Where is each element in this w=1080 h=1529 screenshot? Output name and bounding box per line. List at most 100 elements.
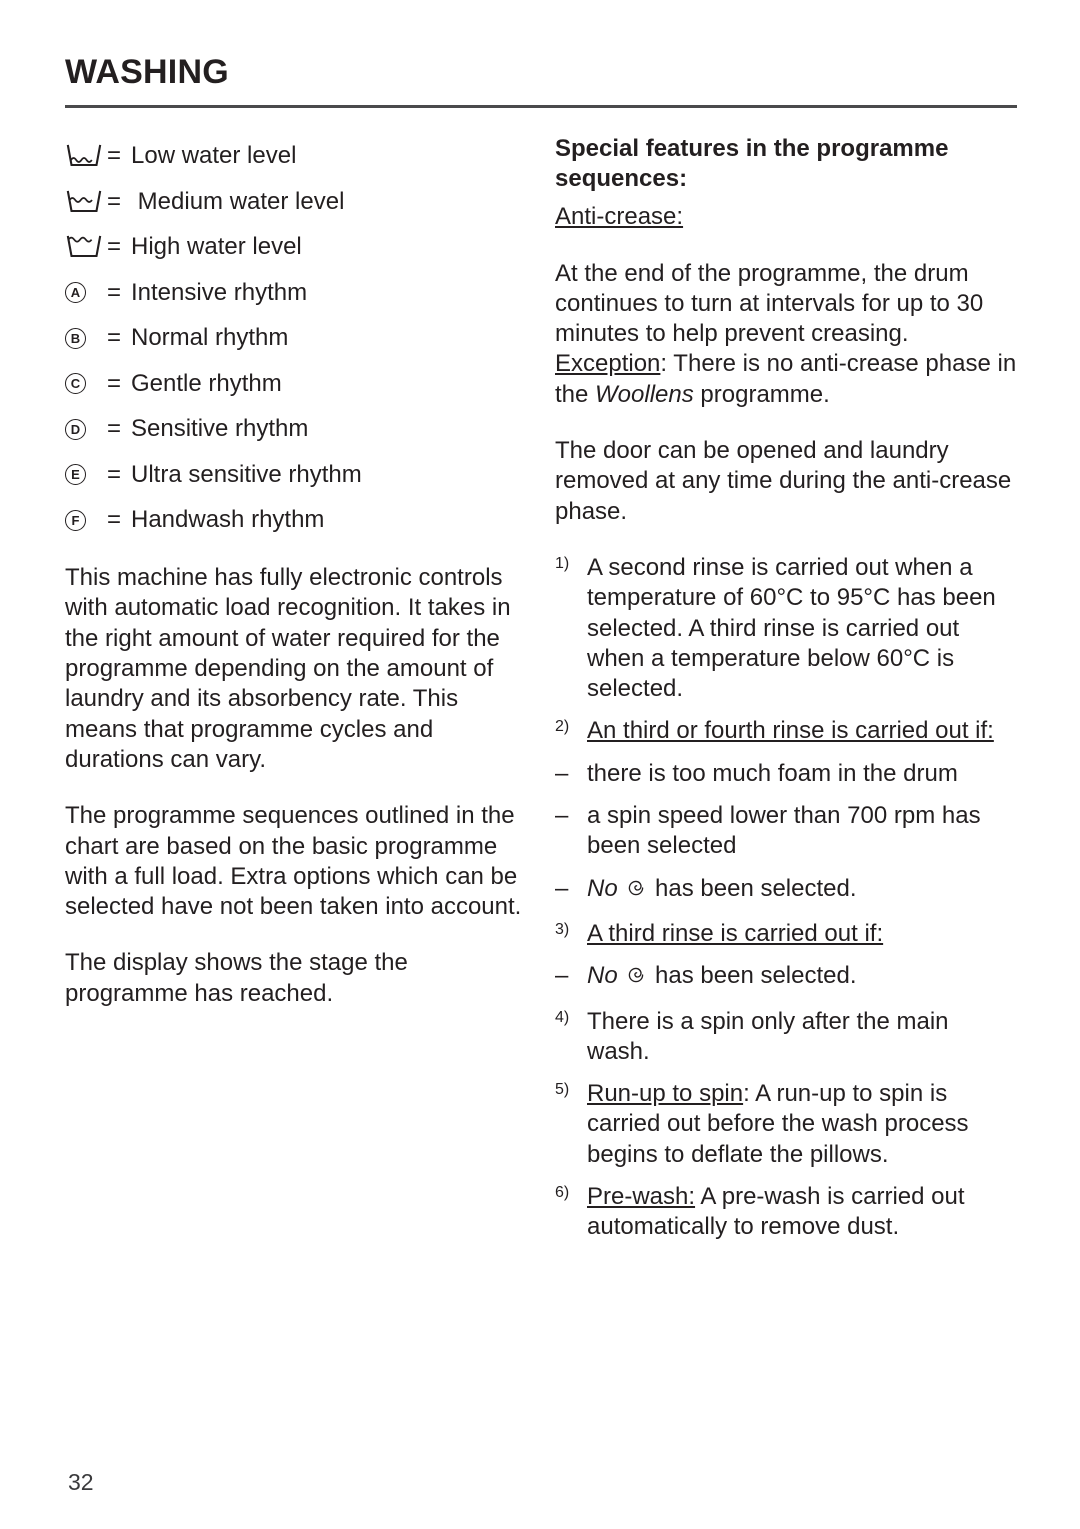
legend-label: Handwash rhythm	[131, 506, 325, 534]
legend-equals: =	[107, 369, 122, 397]
footnote-text: A second rinse is carried out when a tem…	[587, 553, 996, 703]
legend-label: Intensive rhythm	[131, 278, 308, 306]
circled-letter-c-icon: C	[65, 373, 107, 395]
legend-label: Medium water level	[131, 187, 345, 215]
left-paragraph-2: The programme sequences outlined in the …	[65, 802, 522, 921]
circled-letter-e-icon: E	[65, 464, 107, 486]
no-word: No	[587, 962, 618, 990]
door-open-paragraph: The door can be opened and laundry remov…	[555, 437, 1012, 525]
page-content: WASHING = Low water level = Medium water…	[65, 53, 1017, 1255]
water-level-medium-icon	[65, 189, 107, 215]
footnote-text: A third rinse is carried out if:	[587, 919, 884, 947]
footnote-4: 4) There is a spin only after the main w…	[555, 1007, 1017, 1068]
anti-crease-label-text: Anti-crease:	[555, 203, 684, 231]
legend-row-high-water: = High water level	[65, 225, 530, 271]
bullet-text: there is too much foam in the drum	[587, 759, 958, 787]
footnote-marker: 5)	[555, 1081, 570, 1099]
woollens-programme-name: Woollens	[595, 380, 694, 408]
legend-equals: =	[107, 278, 122, 306]
footnote-marker: 1)	[555, 554, 570, 572]
pre-wash-label: Pre-wash:	[587, 1183, 696, 1210]
bullet-text: a spin speed lower than 700 rpm has been…	[587, 802, 981, 860]
legend-row-ultra-sensitive-rhythm: E = Ultra sensitive rhythm	[65, 452, 530, 498]
footnote-3: 3) A third rinse is carried out if:	[555, 919, 1017, 949]
circled-letter-f-icon: F	[65, 509, 107, 531]
no-word: No	[587, 874, 618, 902]
two-column-body: = Low water level = Medium water level =…	[65, 134, 1017, 1255]
bullet-text: No has been selected.	[587, 961, 1017, 994]
footnote-marker: 2)	[555, 718, 570, 736]
footnote-text: Pre-wash: A pre-wash is carried out auto…	[587, 1182, 1017, 1243]
legend-equals: =	[107, 460, 122, 488]
footnote-text: Run-up to spin: A run-up to spin is carr…	[587, 1079, 1017, 1170]
footnote-1: 1) A second rinse is carried out when a …	[555, 553, 1017, 704]
footnote-marker: 4)	[555, 1008, 570, 1026]
document-page: WASHING = Low water level = Medium water…	[0, 0, 1080, 1529]
title-divider	[65, 104, 1017, 108]
footnote-2: 2) An third or fourth rinse is carried o…	[555, 716, 1017, 746]
circled-letter-a-icon: A	[65, 282, 107, 304]
left-paragraph-3: The display shows the stage the programm…	[65, 949, 408, 1007]
legend-label: Gentle rhythm	[131, 369, 282, 397]
footnote-5: 5) Run-up to spin: A run-up to spin is c…	[555, 1079, 1017, 1170]
footnote-text: An third or fourth rinse is carried out …	[587, 717, 994, 745]
footnote-6: 6) Pre-wash: A pre-wash is carried out a…	[555, 1182, 1017, 1243]
footnote-marker: 3)	[555, 920, 570, 938]
legend-label: Ultra sensitive rhythm	[131, 460, 362, 488]
circled-letter-glyph: C	[65, 373, 86, 395]
water-plus-spiral-icon	[625, 877, 647, 907]
legend-equals: =	[107, 187, 122, 215]
legend-row-intensive-rhythm: A = Intensive rhythm	[65, 270, 530, 316]
legend-label: Sensitive rhythm	[131, 415, 309, 443]
anti-crease-text-1: At the end of the programme, the drum co…	[555, 259, 984, 348]
bullet-no-water-plus-1: – No has been selected.	[555, 874, 1017, 907]
legend-label: Normal rhythm	[131, 324, 289, 352]
legend-equals: =	[107, 324, 122, 352]
page-number: 32	[68, 1469, 94, 1495]
anti-crease-paragraph: At the end of the programme, the drum co…	[555, 259, 1017, 410]
water-level-low-icon	[65, 143, 107, 169]
bullet-tail-text: has been selected.	[655, 874, 857, 902]
dash-marker: –	[555, 874, 569, 902]
circled-letter-glyph: E	[65, 464, 86, 486]
circled-letter-glyph: D	[65, 418, 86, 440]
dash-marker: –	[555, 962, 569, 990]
legend-row-handwash-rhythm: F = Handwash rhythm	[65, 498, 530, 544]
bullet-text: No has been selected.	[587, 874, 1017, 907]
legend-row-low-water: = Low water level	[65, 134, 530, 180]
legend-row-medium-water: = Medium water level	[65, 179, 530, 225]
legend-row-gentle-rhythm: C = Gentle rhythm	[65, 361, 530, 407]
legend-equals: =	[107, 142, 122, 170]
exception-label: Exception	[555, 350, 661, 378]
anti-crease-text-3: programme.	[693, 380, 830, 408]
left-column: = Low water level = Medium water level =…	[65, 134, 530, 1035]
legend-label: High water level	[131, 233, 302, 261]
page-title: WASHING	[65, 53, 229, 91]
circled-letter-b-icon: B	[65, 327, 107, 349]
legend-equals: =	[107, 233, 122, 261]
legend-equals: =	[107, 415, 122, 443]
circled-letter-glyph: F	[65, 509, 86, 531]
bullet-low-spin-speed: – a spin speed lower than 700 rpm has be…	[555, 801, 1017, 862]
bullet-tail-text: has been selected.	[655, 962, 857, 990]
legend-row-sensitive-rhythm: D = Sensitive rhythm	[65, 407, 530, 453]
bullet-too-much-foam: – there is too much foam in the drum	[555, 759, 1017, 789]
circled-letter-glyph: B	[65, 327, 86, 349]
run-up-to-spin-label: Run-up to spin	[587, 1080, 744, 1108]
water-level-high-icon	[65, 234, 107, 260]
legend-equals: =	[107, 506, 122, 534]
bullet-no-water-plus-2: – No has been selected.	[555, 961, 1017, 994]
circled-letter-glyph: A	[65, 282, 86, 304]
dash-marker: –	[555, 802, 569, 830]
anti-crease-label: Anti-crease:	[555, 202, 1017, 232]
dash-marker: –	[555, 759, 569, 787]
footnote-text: There is a spin only after the main wash…	[587, 1007, 949, 1065]
right-column: Special features in the programme sequen…	[555, 134, 1017, 1255]
left-paragraph-1: This machine has fully electronic contro…	[65, 564, 511, 773]
water-plus-spiral-icon	[625, 964, 647, 994]
footnote-marker: 6)	[555, 1184, 570, 1201]
legend-row-normal-rhythm: B = Normal rhythm	[65, 316, 530, 362]
special-features-heading: Special features in the programme sequen…	[555, 134, 949, 192]
circled-letter-d-icon: D	[65, 418, 107, 440]
legend-label: Low water level	[131, 142, 297, 170]
